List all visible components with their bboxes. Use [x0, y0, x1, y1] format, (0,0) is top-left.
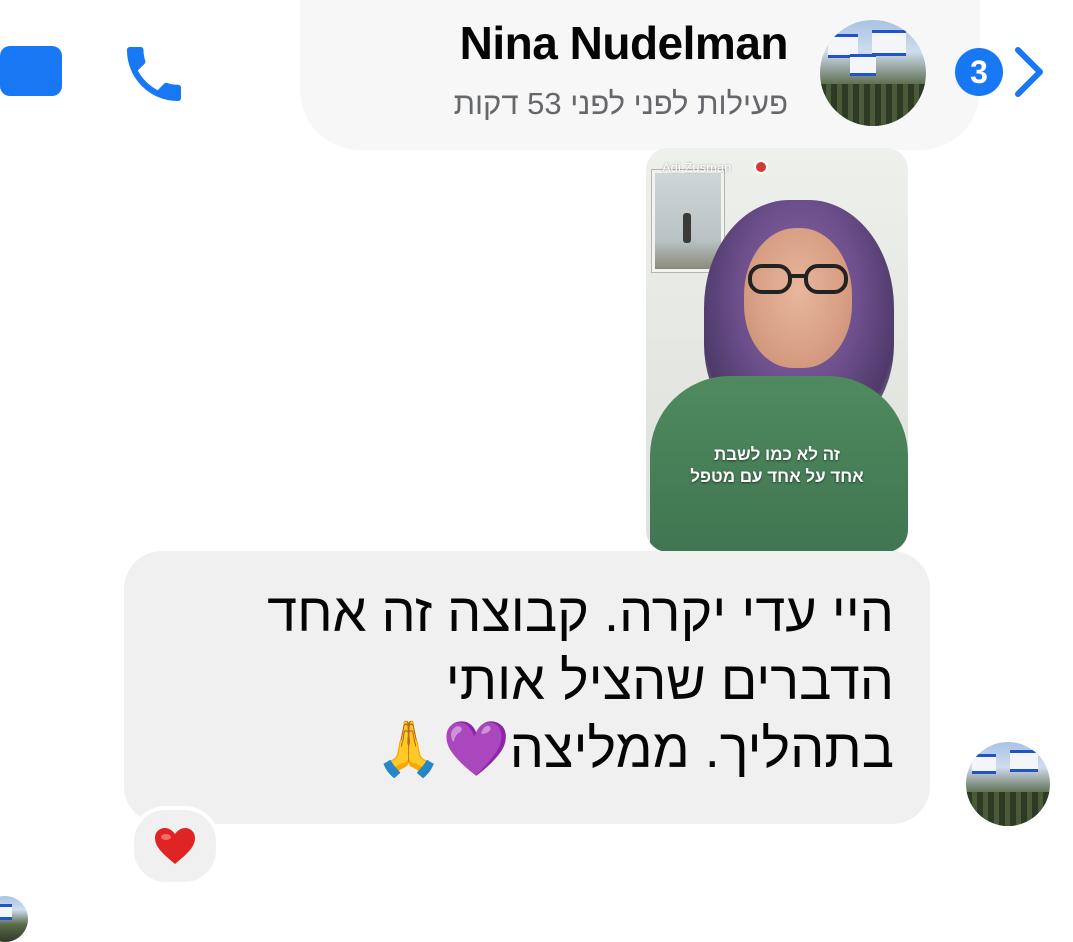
message-line: בתהליך. ממליצה💜🙏: [375, 719, 894, 779]
participant-avatar[interactable]: [0, 896, 28, 942]
author-avatar-icon: [754, 160, 768, 174]
shared-reel-thumbnail[interactable]: Adi Zusman זה לא כמו לשבת אחד על אחד עם …: [646, 148, 908, 552]
message-reaction[interactable]: [130, 806, 220, 886]
phone-call-icon[interactable]: [118, 38, 190, 110]
reel-caption-line: אחד על אחד עם מטפל: [690, 467, 864, 486]
red-heart-icon: [155, 828, 195, 864]
glasses-icon: [748, 264, 848, 294]
reel-caption: זה לא כמו לשבת אחד על אחד עם מטפל: [646, 444, 908, 488]
reel-author: Adi Zusman: [662, 160, 732, 175]
chevron-right-icon[interactable]: [1008, 42, 1048, 102]
reel-caption-line: זה לא כמו לשבת: [713, 445, 841, 464]
message-line: היי עדי יקרה. קבוצה זה אחד: [267, 583, 894, 643]
unread-count-badge[interactable]: 3: [955, 48, 1003, 96]
contact-avatar[interactable]: [820, 20, 926, 126]
sender-avatar[interactable]: [966, 742, 1050, 826]
message-bubble[interactable]: היי עדי יקרה. קבוצה זה אחד הדברים שהציל …: [124, 551, 930, 824]
message-text: היי עדי יקרה. קבוצה זה אחד הדברים שהציל …: [160, 579, 894, 783]
activity-status: פעילות לפני לפני 53 דקות: [453, 86, 788, 121]
contact-name[interactable]: Nina Nudelman: [460, 16, 789, 70]
message-line: הדברים שהציל אותי: [445, 651, 894, 711]
person-face: [744, 228, 852, 368]
video-call-icon[interactable]: [0, 46, 62, 96]
